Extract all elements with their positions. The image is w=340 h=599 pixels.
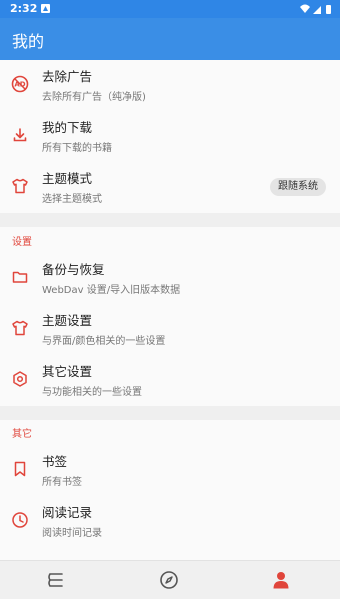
section-divider bbox=[0, 406, 340, 420]
tshirt-icon bbox=[12, 178, 28, 194]
menu-item-subtitle: 选择主题模式 bbox=[42, 194, 102, 205]
bookshelf-icon[interactable] bbox=[46, 570, 66, 590]
menu-item-backup[interactable]: 备份与恢复 WebDav 设置/导入旧版本数据 bbox=[0, 253, 340, 303]
signal-icon bbox=[313, 6, 321, 14]
menu-item-downloads[interactable]: 我的下载 所有下载的书籍 bbox=[0, 111, 340, 161]
settings-list: AD 去除广告 去除所有广告（纯净版) 我的下载 所有下载的书籍 主题模式 选择… bbox=[0, 60, 340, 560]
battery-icon bbox=[326, 5, 331, 14]
menu-item-title: 阅读记录 bbox=[42, 505, 93, 520]
folder-icon bbox=[12, 271, 28, 283]
notification-icon bbox=[41, 4, 50, 13]
menu-item-subtitle: 所有书签 bbox=[42, 477, 82, 488]
menu-item-title: 其它设置 bbox=[42, 364, 93, 379]
menu-item-title: 备份与恢复 bbox=[42, 262, 105, 277]
tshirt-icon bbox=[12, 320, 28, 336]
section-header-other: 其它 bbox=[12, 429, 32, 440]
profile-icon[interactable] bbox=[271, 570, 291, 590]
menu-item-subtitle: 阅读时间记录 bbox=[42, 528, 102, 539]
download-icon bbox=[13, 128, 27, 142]
explore-icon[interactable] bbox=[159, 570, 179, 590]
wifi-icon bbox=[300, 4, 310, 13]
section-header-settings: 设置 bbox=[12, 237, 32, 248]
menu-item-title: 书签 bbox=[42, 454, 68, 469]
bookmark-icon bbox=[14, 461, 26, 477]
menu-item-subtitle: 去除所有广告（纯净版) bbox=[42, 92, 146, 103]
gear-icon bbox=[13, 371, 27, 387]
menu-item-other-settings[interactable]: 其它设置 与功能相关的一些设置 bbox=[0, 355, 340, 405]
app-bar: 我的 bbox=[0, 18, 340, 60]
menu-item-reading-history[interactable]: 阅读记录 阅读时间记录 bbox=[0, 496, 340, 546]
theme-mode-chip[interactable]: 跟随系统 bbox=[270, 178, 326, 196]
menu-item-remove-ads[interactable]: AD 去除广告 去除所有广告（纯净版) bbox=[0, 60, 340, 110]
menu-item-subtitle: 所有下载的书籍 bbox=[42, 143, 112, 154]
page-title: 我的 bbox=[12, 32, 45, 51]
menu-item-title: 去除广告 bbox=[42, 69, 93, 84]
menu-item-theme-settings[interactable]: 主题设置 与界面/颜色相关的一些设置 bbox=[0, 304, 340, 354]
ad-block-icon: AD bbox=[11, 75, 29, 93]
status-time: 2:32 bbox=[10, 2, 38, 15]
menu-item-title: 我的下载 bbox=[42, 120, 93, 135]
menu-item-subtitle: WebDav 设置/导入旧版本数据 bbox=[42, 285, 181, 296]
status-icons bbox=[300, 4, 331, 14]
menu-item-title: 主题设置 bbox=[42, 313, 93, 328]
status-bar: 2:32 bbox=[0, 0, 340, 18]
menu-item-subtitle: 与界面/颜色相关的一些设置 bbox=[42, 336, 166, 347]
menu-item-theme-mode[interactable]: 主题模式 选择主题模式 跟随系统 bbox=[0, 162, 340, 212]
menu-item-subtitle: 与功能相关的一些设置 bbox=[42, 387, 142, 398]
clock-icon bbox=[12, 512, 28, 528]
menu-item-bookmarks[interactable]: 书签 所有书签 bbox=[0, 445, 340, 495]
bottom-navigation bbox=[0, 560, 340, 599]
section-divider bbox=[0, 213, 340, 227]
menu-item-title: 主题模式 bbox=[42, 171, 93, 186]
